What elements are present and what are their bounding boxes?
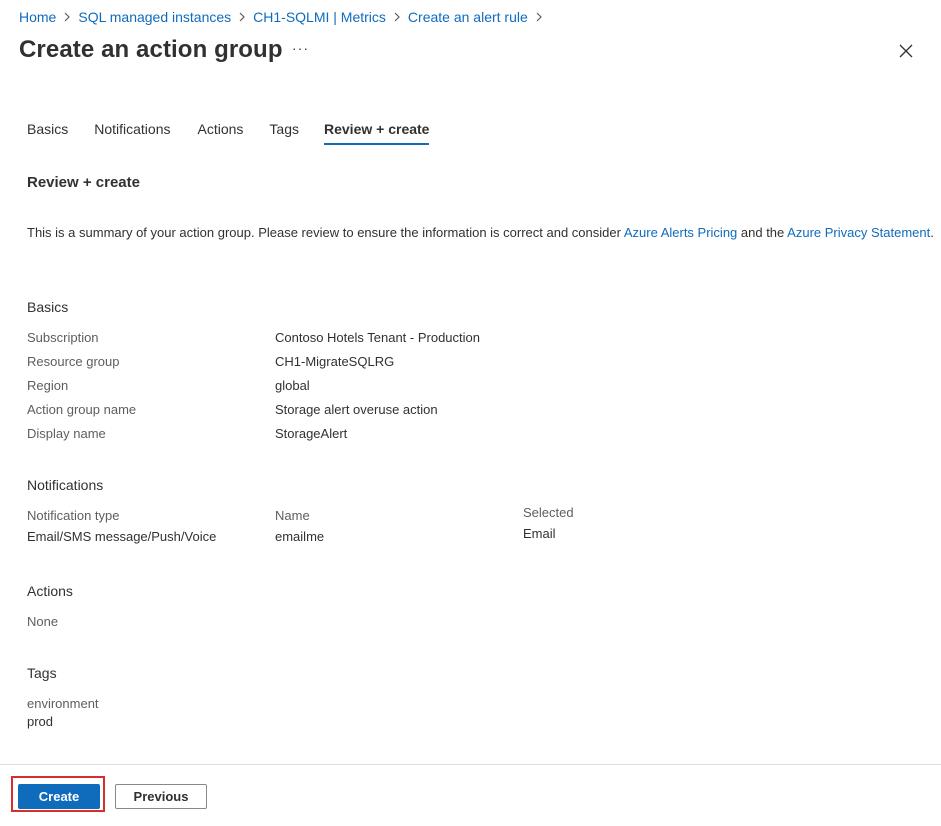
breadcrumb: Home SQL managed instances CH1-SQLMI | M… — [19, 9, 550, 25]
breadcrumb-metrics[interactable]: CH1-SQLMI | Metrics — [253, 9, 386, 25]
notifications-section-title: Notifications — [27, 477, 103, 493]
summary-prefix: This is a summary of your action group. … — [27, 225, 624, 240]
breadcrumb-create-alert-rule[interactable]: Create an alert rule — [408, 9, 528, 25]
footer-divider — [0, 764, 941, 765]
azure-alerts-pricing-link[interactable]: Azure Alerts Pricing — [624, 225, 737, 240]
tab-notifications[interactable]: Notifications — [94, 121, 170, 145]
basics-section-title: Basics — [27, 299, 68, 315]
page-title: Create an action group — [19, 36, 283, 64]
action-group-name-label: Action group name — [27, 402, 136, 417]
actions-value: None — [27, 614, 58, 629]
action-group-name-value: Storage alert overuse action — [275, 402, 438, 417]
tab-review-create[interactable]: Review + create — [324, 121, 429, 145]
tab-bar: Basics Notifications Actions Tags Review… — [27, 121, 429, 145]
summary-text: This is a summary of your action group. … — [27, 225, 934, 240]
notification-selected-header: Selected — [523, 505, 574, 520]
subscription-label: Subscription — [27, 330, 99, 345]
summary-middle: and the — [737, 225, 787, 240]
tab-basics[interactable]: Basics — [27, 121, 68, 145]
chevron-right-icon — [238, 12, 246, 22]
tag-name: environment — [27, 696, 99, 711]
notification-type-value: Email/SMS message/Push/Voice — [27, 529, 216, 544]
review-heading: Review + create — [27, 174, 140, 191]
resource-group-value: CH1-MigrateSQLRG — [275, 354, 394, 369]
previous-button[interactable]: Previous — [115, 784, 207, 809]
region-label: Region — [27, 378, 68, 393]
azure-privacy-statement-link[interactable]: Azure Privacy Statement — [787, 225, 930, 240]
breadcrumb-home[interactable]: Home — [19, 9, 56, 25]
chevron-right-icon — [63, 12, 71, 22]
tag-value: prod — [27, 714, 53, 729]
display-name-value: StorageAlert — [275, 426, 347, 441]
notification-name-value: emailme — [275, 529, 324, 544]
subscription-value: Contoso Hotels Tenant - Production — [275, 330, 480, 345]
tags-section-title: Tags — [27, 665, 57, 681]
display-name-label: Display name — [27, 426, 106, 441]
resource-group-label: Resource group — [27, 354, 120, 369]
tab-tags[interactable]: Tags — [269, 121, 299, 145]
breadcrumb-sql-managed-instances[interactable]: SQL managed instances — [78, 9, 231, 25]
chevron-right-icon — [393, 12, 401, 22]
actions-section-title: Actions — [27, 583, 73, 599]
notification-name-header: Name — [275, 508, 310, 523]
close-icon[interactable] — [896, 41, 916, 61]
create-button[interactable]: Create — [18, 784, 100, 809]
notification-type-header: Notification type — [27, 508, 120, 523]
action-group-blade: Home SQL managed instances CH1-SQLMI | M… — [0, 0, 941, 826]
more-options-button[interactable]: ··· — [292, 40, 309, 56]
chevron-right-icon — [535, 12, 543, 22]
summary-suffix: . — [930, 225, 934, 240]
tab-actions[interactable]: Actions — [198, 121, 244, 145]
region-value: global — [275, 378, 310, 393]
notification-selected-value: Email — [523, 526, 556, 541]
